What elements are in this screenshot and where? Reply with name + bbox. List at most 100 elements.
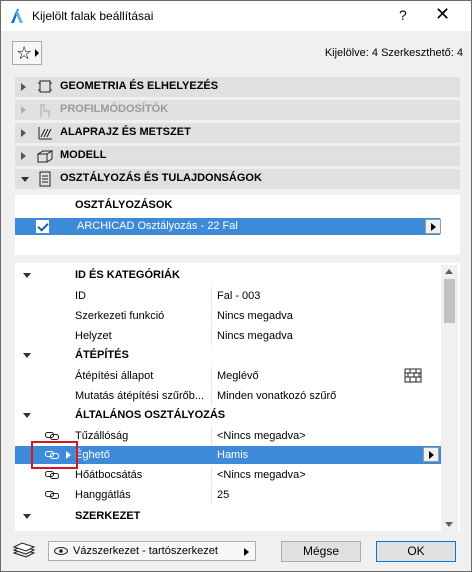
group-label: ID ÉS KATEGÓRIÁK — [75, 269, 180, 281]
property-value[interactable]: <Nincs megadva> — [217, 430, 306, 442]
selection-status: Kijelölve: 4 Szerkeszthető: 4 — [324, 47, 463, 59]
star-icon: ☆ — [16, 43, 33, 63]
property-value[interactable]: Meglévő — [217, 370, 259, 382]
archicad-logo-icon — [11, 9, 23, 23]
cancel-button[interactable]: Mégse — [281, 541, 361, 562]
property-value[interactable]: Fal - 003 — [217, 290, 260, 302]
classifications-header: OSZTÁLYOZÁSOK — [75, 199, 173, 211]
geometry-icon — [38, 80, 52, 93]
expand-arrow-icon — [21, 83, 26, 91]
column-divider — [211, 287, 212, 305]
property-name: Mutatás átépítési szűrőb... — [75, 390, 205, 402]
document-icon — [39, 171, 51, 187]
layers-icon[interactable] — [12, 541, 36, 559]
expand-arrow-icon — [21, 129, 26, 137]
property-group-id-categories[interactable]: ID ÉS KATEGÓRIÁK — [15, 266, 441, 284]
model-view-dropdown[interactable]: Vázszerkezet - tartószerkezet — [48, 541, 256, 561]
chevron-right-icon — [429, 451, 434, 459]
collapse-arrow-icon — [23, 413, 31, 418]
group-label: SZERKEZET — [75, 510, 141, 522]
section-label: PROFILMÓDOSÍTÓK — [60, 103, 169, 115]
section-plan-and-section[interactable]: ALAPRAJZ ÉS METSZET — [15, 123, 460, 143]
property-name: Hanggátlás — [75, 489, 131, 501]
classification-menu-button[interactable] — [425, 219, 441, 234]
property-name: Helyzet — [75, 330, 112, 342]
window-title: Kijelölt falak beállításai — [32, 9, 154, 23]
property-row[interactable]: Szerkezeti funkció Nincs megadva — [15, 307, 441, 325]
section-classification-and-properties[interactable]: OSZTÁLYOZÁS ÉS TULAJDONSÁGOK — [15, 169, 460, 189]
property-row[interactable]: Mutatás átépítési szűrőb... Minden vonat… — [15, 387, 441, 405]
brick-wall-icon — [404, 368, 422, 383]
group-label: ÁLTALÁNOS OSZTÁLYOZÁS — [75, 409, 226, 421]
scroll-thumb[interactable] — [444, 279, 455, 323]
title-bar: Kijelölt falak beállításai ? ✕ — [1, 1, 471, 31]
link-icon — [45, 471, 59, 479]
property-row[interactable]: Átépítési állapot Meglévő — [15, 367, 441, 385]
property-row[interactable]: Hanggátlás 25 — [15, 486, 441, 504]
section-profile-modifiers[interactable]: PROFILMÓDOSÍTÓK — [15, 100, 460, 120]
dropdown-value: Vázszerkezet - tartószerkezet — [73, 545, 218, 557]
property-name: Hőátbocsátás — [75, 469, 143, 481]
dialog-window: Kijelölt falak beállításai ? ✕ ☆ Kijelöl… — [0, 0, 472, 572]
property-name: ID — [75, 290, 86, 302]
property-group-general-classification[interactable]: ÁLTALÁNOS OSZTÁLYOZÁS — [15, 406, 441, 424]
scroll-up-icon[interactable] — [445, 269, 453, 274]
section-label: OSZTÁLYOZÁS ÉS TULAJDONSÁGOK — [60, 172, 262, 184]
section-label: GEOMETRIA ÉS ELHELYEZÉS — [60, 80, 219, 92]
property-value[interactable]: Hamis — [217, 449, 248, 461]
property-row[interactable]: Hőátbocsátás <Nincs megadva> — [15, 466, 441, 484]
chevron-right-icon — [431, 223, 436, 231]
collapse-arrow-icon — [23, 273, 31, 278]
expand-arrow-icon — [21, 152, 26, 160]
property-value[interactable]: Minden vonatkozó szűrő — [217, 390, 336, 402]
expand-arrow-icon — [21, 106, 26, 114]
property-group-structure[interactable]: SZERKEZET — [15, 507, 441, 525]
help-button[interactable]: ? — [399, 7, 407, 23]
collapse-arrow-icon — [21, 177, 29, 182]
property-value[interactable]: <Nincs megadva> — [217, 469, 306, 481]
property-name: Tűzállóság — [75, 430, 129, 442]
highlight-annotation — [31, 441, 78, 469]
property-name: Éghető — [75, 449, 110, 461]
model-icon — [37, 150, 53, 163]
property-row[interactable]: ID Fal - 003 — [15, 287, 441, 305]
close-button[interactable]: ✕ — [435, 4, 450, 25]
scroll-down-icon[interactable] — [445, 522, 453, 527]
property-value[interactable]: 25 — [217, 489, 229, 501]
property-name: Szerkezeti funkció — [75, 310, 165, 322]
chevron-right-icon — [244, 548, 249, 556]
ok-button[interactable]: OK — [376, 541, 456, 562]
property-row[interactable]: Helyzet Nincs megadva — [15, 327, 441, 345]
collapse-arrow-icon — [23, 353, 31, 358]
properties-scrollbar[interactable] — [441, 265, 458, 531]
plan-section-icon — [38, 127, 52, 140]
classification-checkbox[interactable] — [36, 220, 49, 233]
section-model[interactable]: MODELL — [15, 146, 460, 166]
column-divider — [211, 486, 212, 504]
property-row-selected[interactable]: Éghető Hamis — [15, 446, 441, 464]
favorites-button[interactable]: ☆ — [12, 41, 42, 65]
group-label: ÁTÉPÍTÉS — [75, 349, 129, 361]
column-divider — [211, 387, 212, 405]
link-icon — [45, 432, 59, 440]
section-label: ALAPRAJZ ÉS METSZET — [60, 126, 191, 138]
property-value[interactable]: Nincs megadva — [217, 330, 293, 342]
property-value[interactable]: Nincs megadva — [217, 310, 293, 322]
column-divider — [211, 307, 212, 325]
profile-icon — [40, 104, 50, 117]
column-divider — [211, 367, 212, 385]
column-divider — [211, 427, 212, 445]
property-name: Átépítési állapot — [75, 370, 154, 382]
value-menu-button[interactable] — [423, 447, 439, 462]
column-divider — [211, 327, 212, 345]
eye-icon — [54, 547, 68, 555]
collapse-arrow-icon — [23, 514, 31, 519]
section-label: MODELL — [60, 149, 107, 161]
chevron-right-icon — [35, 49, 39, 57]
column-divider — [211, 466, 212, 484]
classification-name: ARCHICAD Osztályozás - 22 Fal — [77, 220, 238, 232]
section-geometry[interactable]: GEOMETRIA ÉS ELHELYEZÉS — [15, 77, 460, 97]
property-group-renovation[interactable]: ÁTÉPÍTÉS — [15, 346, 441, 364]
property-row[interactable]: Tűzállóság <Nincs megadva> — [15, 427, 441, 445]
link-icon — [45, 491, 59, 499]
